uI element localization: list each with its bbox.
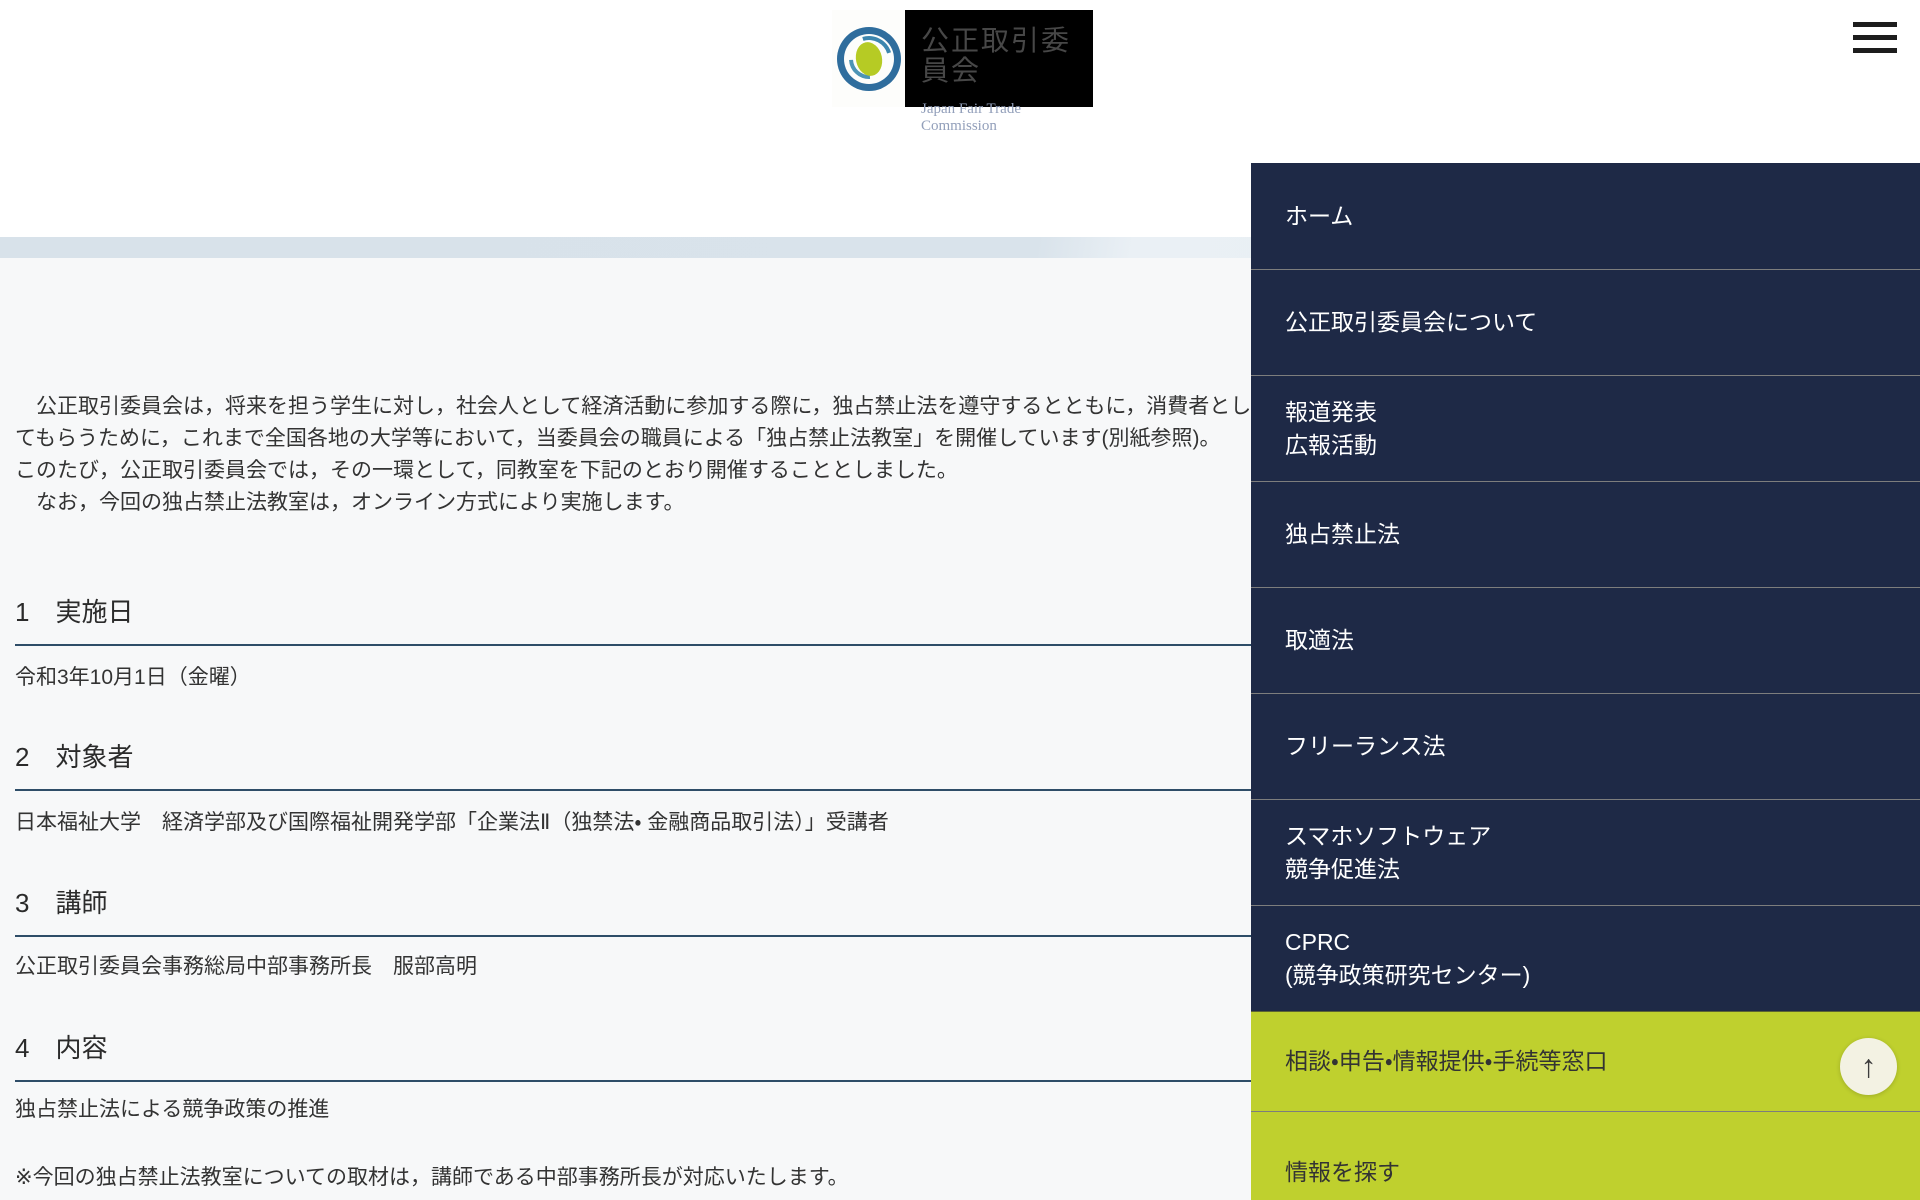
hamburger-icon [1853,22,1897,27]
sidebar-item-search[interactable]: 情報を探す [1251,1111,1920,1200]
sidebar-item-label: フリーランス法 [1285,733,1446,759]
jftc-emblem-icon [832,10,905,107]
hamburger-icon [1853,35,1897,40]
sidebar-item-consultation[interactable]: 相談・申告・情報提供・手続等窓口 [1251,1011,1920,1111]
sidebar-item-label: 競争促進法 [1285,855,1400,882]
sidebar-item-label: CPRC [1285,928,1351,955]
sidebar-item-smartphone[interactable]: スマホソフトウェア 競争促進法 [1251,799,1920,905]
sidebar-item-label: 報道発表 [1285,398,1377,425]
menu-toggle-button[interactable] [1853,22,1897,53]
section-body-audience: 日本福祉大学 経済学部及び国際福祉開発学部「企業法Ⅱ（独禁法・ 金融商品取引法）… [15,811,889,834]
sidebar-item-label: 相談・申告・情報提供・手続等窓口 [1285,1048,1608,1074]
section-body-lecturer: 公正取引委員会事務総局中部事務所長 服部高明 [15,955,477,978]
jftc-logo[interactable]: 公正取引委員会 Japan Fair Trade Commission [832,10,1093,134]
sidebar-item-label: 取適法 [1285,627,1354,653]
sidebar-item-label: 公正取引委員会について [1285,309,1538,335]
sidebar-item-home[interactable]: ホーム [1251,163,1920,269]
sidebar-menu: ホーム 公正取引委員会について 報道発表 広報活動 独占禁止法 取適法 フリーラ… [1251,163,1920,1200]
sidebar-item-freelance[interactable]: フリーランス法 [1251,693,1920,799]
sidebar-item-label: 情報を探す [1285,1158,1400,1185]
emblem-circle-icon [836,26,901,91]
sidebar-item-press[interactable]: 報道発表 広報活動 [1251,375,1920,481]
sidebar-item-label: (競争政策研究センター) [1285,961,1531,988]
hamburger-icon [1853,48,1897,53]
logo-text-block: 公正取引委員会 Japan Fair Trade Commission [905,10,1093,134]
logo-subtitle: Japan Fair Trade Commission [921,101,1021,134]
sidebar-item-cprc[interactable]: CPRC (競争政策研究センター) [1251,905,1920,1011]
sidebar-item-label: スマホソフトウェア [1285,822,1492,849]
sidebar-item-label: ホーム [1285,202,1354,229]
sidebar-item-label: 広報活動 [1285,431,1377,458]
scroll-to-top-button[interactable]: ↑ [1840,1038,1897,1095]
sidebar-item-label: 独占禁止法 [1285,521,1400,547]
page: 公正取引委員会 Japan Fair Trade Commission 公正取引… [0,0,1920,1200]
sidebar-item-antimonopoly[interactable]: 独占禁止法 [1251,481,1920,587]
section-body-date: 令和3年10月1日（金曜） [15,666,251,689]
sidebar-item-about[interactable]: 公正取引委員会について [1251,269,1920,375]
section-body-contents: 独占禁止法による競争政策の推進 [15,1098,330,1121]
arrow-up-icon: ↑ [1860,1048,1877,1084]
logo-title: 公正取引委員会 [921,25,1072,86]
sidebar-item-subcontract[interactable]: 取適法 [1251,587,1920,693]
section-note: ※今回の独占禁止法教室についての取材は，講師である中部事務所長が対応いたします。 [15,1166,849,1189]
